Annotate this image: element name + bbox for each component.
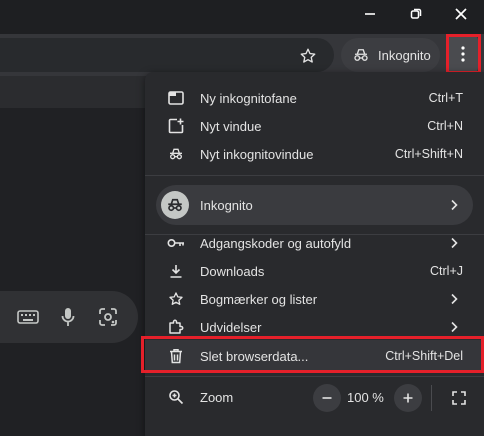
menu-item-downloads[interactable]: Downloads Ctrl+J (145, 257, 484, 285)
zoom-icon (168, 389, 186, 407)
menu-item-bookmarks[interactable]: Bogmærker og lister (145, 285, 484, 313)
more-vert-icon (461, 46, 465, 62)
fullscreen-button[interactable] (445, 384, 473, 412)
menu-item-label: Nyt inkognitovindue (200, 146, 314, 162)
bookmark-star-button[interactable] (296, 44, 320, 68)
chevron-right-icon (450, 320, 460, 334)
zoom-divider (431, 385, 432, 411)
chevron-right-icon (450, 236, 460, 250)
restore-icon (410, 8, 422, 19)
plus-icon (403, 393, 413, 403)
camera-icon (99, 308, 117, 326)
menu-item-label: Adgangskoder og autofyld (200, 235, 352, 251)
fullscreen-icon (452, 391, 466, 405)
menu-item-shortcut: Ctrl+Shift+N (394, 147, 463, 161)
menu-item-label: Slet browserdata... (200, 348, 309, 364)
chevron-right-icon (450, 198, 460, 212)
zoom-row: Zoom 100 % (145, 383, 484, 413)
lens-search-button[interactable] (96, 305, 120, 329)
restore-button[interactable] (393, 0, 439, 28)
star-icon (167, 290, 185, 308)
menu-item-shortcut: Ctrl+N (427, 119, 463, 133)
profile-row: Inkognito (145, 191, 484, 219)
menu-item-label: Udvidelser (200, 319, 262, 335)
zoom-value: 100 % (347, 390, 384, 405)
address-bar[interactable] (0, 38, 334, 72)
zoom-out-button[interactable] (313, 384, 341, 412)
incognito-chip[interactable]: Inkognito (341, 38, 440, 72)
menu-divider (145, 175, 484, 176)
voice-search-button[interactable] (56, 305, 80, 329)
title-bar (0, 0, 484, 34)
minus-icon (322, 397, 332, 399)
menu-item-label: Bogmærker og lister (200, 291, 318, 307)
zoom-label: Zoom (200, 390, 234, 405)
main-menu-button[interactable] (448, 36, 478, 72)
menu-item-passwords[interactable]: Adgangskoder og autofyld (145, 229, 484, 257)
menu-item-new-incognito-window[interactable]: Nyt inkognitovindue Ctrl+Shift+N (145, 140, 484, 168)
menu-item-shortcut: Ctrl+J (430, 264, 463, 278)
menu-divider (145, 376, 484, 377)
menu-item-label: Ny inkognitofane (200, 90, 297, 106)
profile-label: Inkognito (200, 197, 253, 213)
minimize-icon (365, 13, 375, 15)
minimize-button[interactable] (347, 0, 393, 28)
star-icon (300, 48, 316, 63)
menu-item-new-incognito-tab[interactable]: Ny inkognitofane Ctrl+T (145, 84, 484, 112)
menu-item-label: Downloads (200, 263, 265, 279)
chevron-right-icon (450, 292, 460, 306)
download-icon (167, 262, 185, 280)
extension-icon (167, 318, 185, 336)
keyboard-icon (17, 310, 39, 324)
chrome-main-menu: Ny inkognitofane Ctrl+T Nyt vindue Ctrl+… (145, 72, 484, 436)
close-window-button[interactable] (438, 0, 484, 28)
new-window-icon (167, 117, 185, 135)
menu-item-label: Nyt vindue (200, 118, 262, 134)
zoom-in-button[interactable] (394, 384, 422, 412)
incognito-icon (167, 145, 185, 163)
mic-icon (61, 308, 75, 326)
menu-item-clear-browsing-data[interactable]: Slet browserdata... Ctrl+Shift+Del (145, 342, 484, 370)
menu-item-extensions[interactable]: Udvidelser (145, 313, 484, 341)
key-icon (167, 234, 185, 252)
close-icon (455, 8, 467, 20)
menu-item-new-window[interactable]: Nyt vindue Ctrl+N (145, 112, 484, 140)
keyboard-button[interactable] (16, 305, 40, 329)
trash-icon (167, 347, 185, 365)
incognito-label: Inkognito (378, 47, 431, 63)
menu-item-shortcut: Ctrl+Shift+Del (385, 349, 463, 363)
menu-item-shortcut: Ctrl+T (428, 91, 463, 105)
new-tab-icon (167, 89, 185, 107)
incognito-icon (354, 49, 368, 61)
